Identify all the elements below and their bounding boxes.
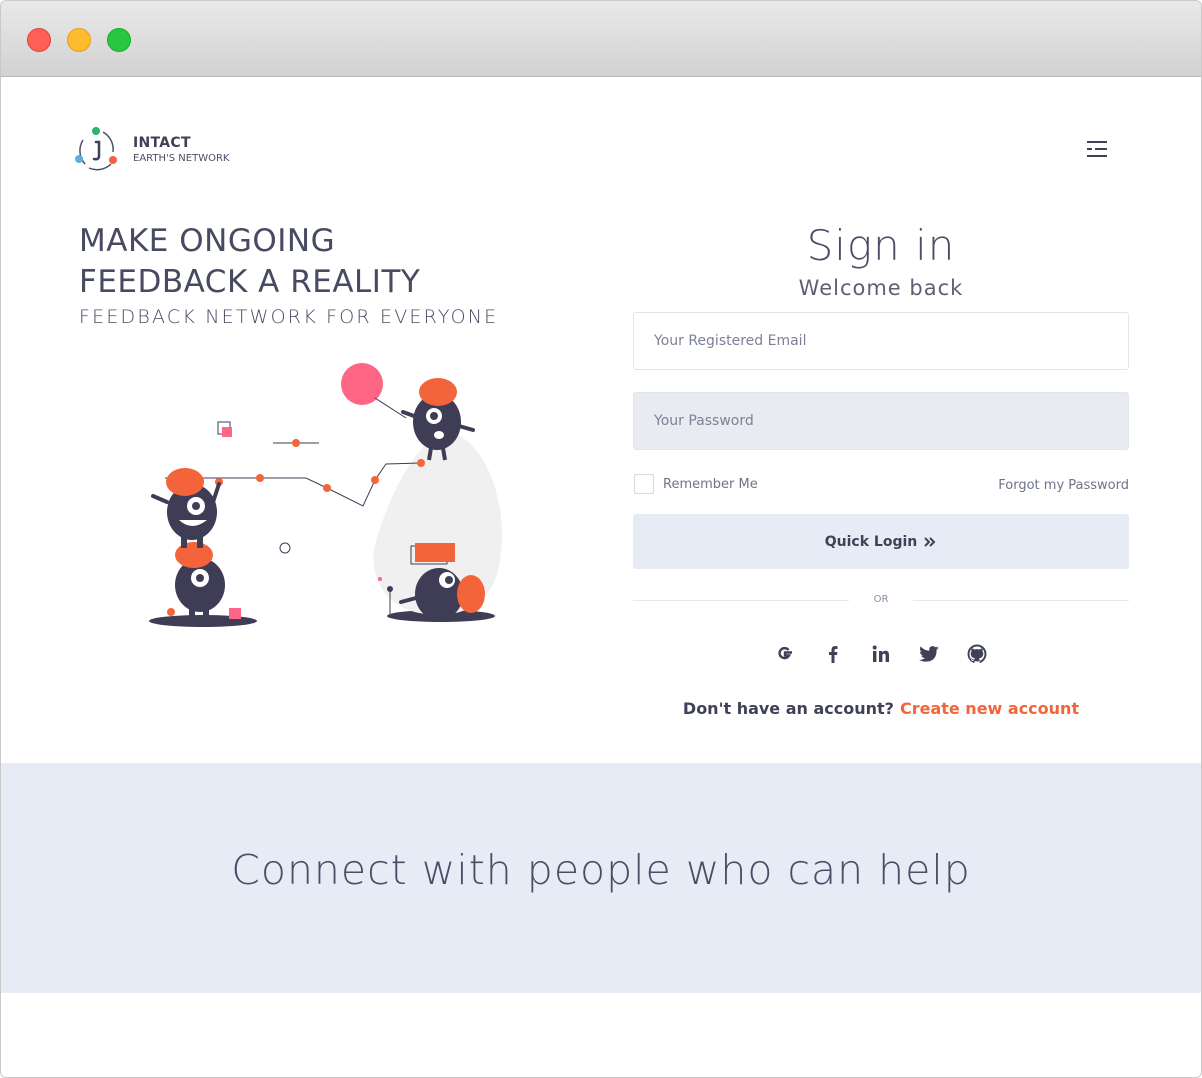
maximize-window-button[interactable] — [107, 28, 131, 52]
remember-me-label[interactable]: Remember Me — [663, 477, 758, 492]
minimize-window-button[interactable] — [67, 28, 91, 52]
signin-title: Sign in — [806, 221, 956, 270]
double-chevron-right-icon — [924, 536, 936, 547]
brand-name: INTACT — [133, 135, 191, 151]
intact-logo-icon[interactable] — [73, 126, 121, 174]
facebook-icon[interactable] — [821, 642, 845, 666]
remember-me-checkbox[interactable] — [634, 474, 654, 494]
monsters-illustration — [149, 363, 503, 627]
hero-headline: MAKE ONGOING FEEDBACK A REALITY — [79, 221, 420, 303]
no-account-text: Don't have an account? — [682, 699, 894, 718]
create-account-link[interactable]: Create new account — [900, 699, 1079, 718]
hamburger-menu-icon[interactable] — [1085, 139, 1109, 159]
hero-headline-line1: MAKE ONGOING — [79, 223, 336, 259]
brand-subtitle: EARTH'S NETWORK — [133, 153, 230, 164]
divider-left — [633, 600, 849, 601]
twitter-icon[interactable] — [917, 642, 941, 666]
forgot-password-link[interactable]: Forgot my Password — [941, 478, 1129, 493]
quick-login-label: Quick Login — [824, 533, 918, 550]
banner-heading: Connect with people who can help — [231, 846, 971, 894]
google-icon[interactable] — [773, 642, 797, 666]
github-icon[interactable] — [965, 642, 989, 666]
divider-right — [913, 600, 1129, 601]
or-label: OR — [873, 594, 889, 605]
hero-headline-line2: FEEDBACK A REALITY — [79, 264, 421, 300]
linkedin-icon[interactable] — [869, 642, 893, 666]
browser-window: INTACT EARTH'S NETWORK MAKE ONGOING FEED… — [0, 0, 1202, 1078]
signin-subtitle: Welcome back — [798, 276, 964, 300]
quick-login-button[interactable]: Quick Login — [633, 514, 1129, 569]
close-window-button[interactable] — [27, 28, 51, 52]
window-titlebar — [1, 1, 1201, 77]
password-input[interactable] — [633, 392, 1129, 450]
signup-prompt: Don't have an account? Create new account — [633, 699, 1129, 718]
email-input[interactable] — [633, 312, 1129, 370]
hero-tagline: FEEDBACK NETWORK FOR EVERYONE — [79, 306, 499, 328]
